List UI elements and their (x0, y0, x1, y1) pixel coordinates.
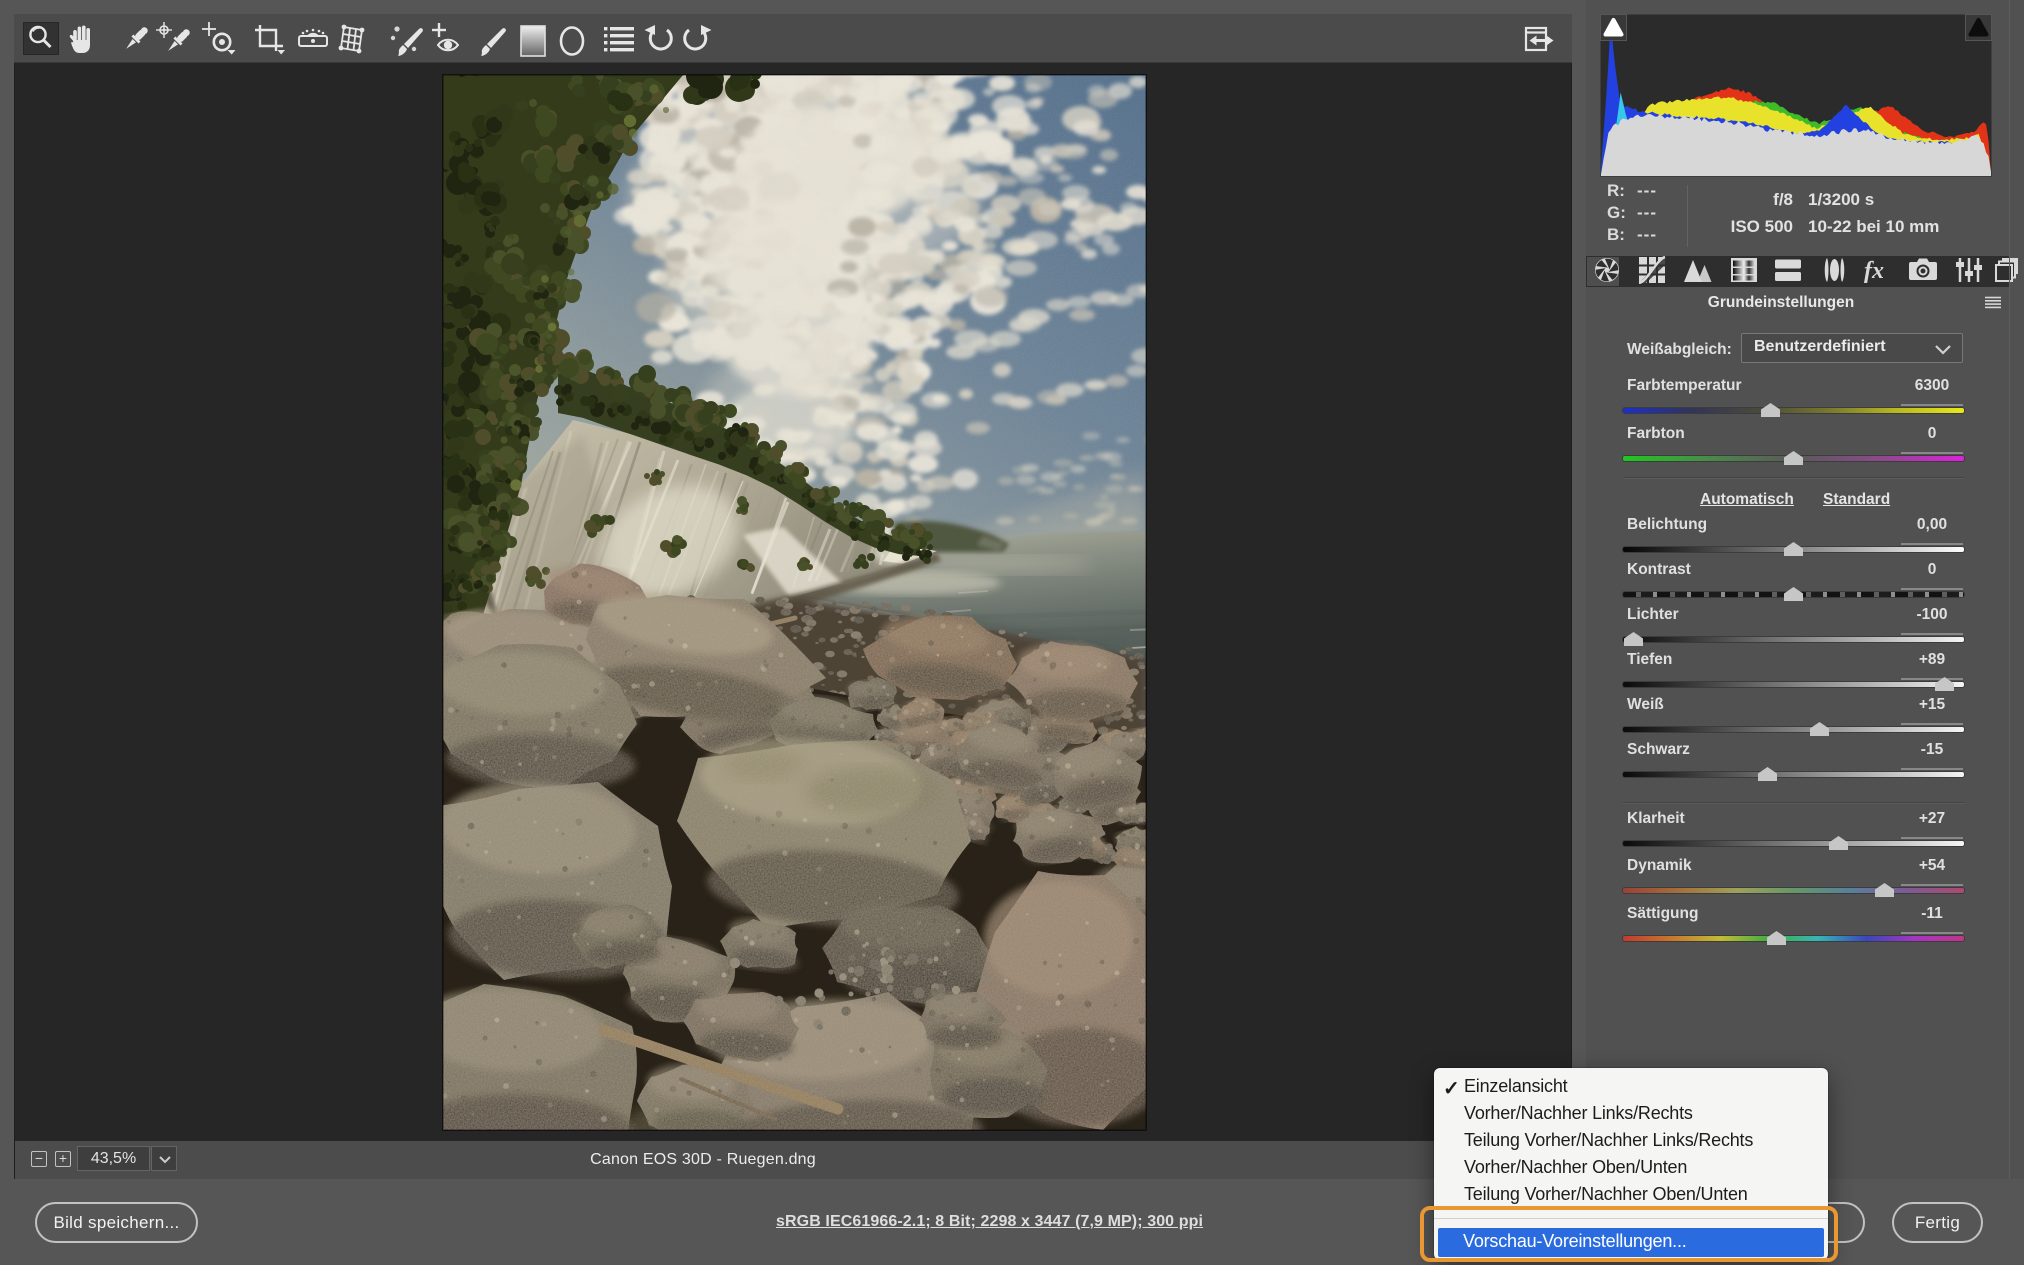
svg-text:fx: fx (1864, 258, 1884, 284)
